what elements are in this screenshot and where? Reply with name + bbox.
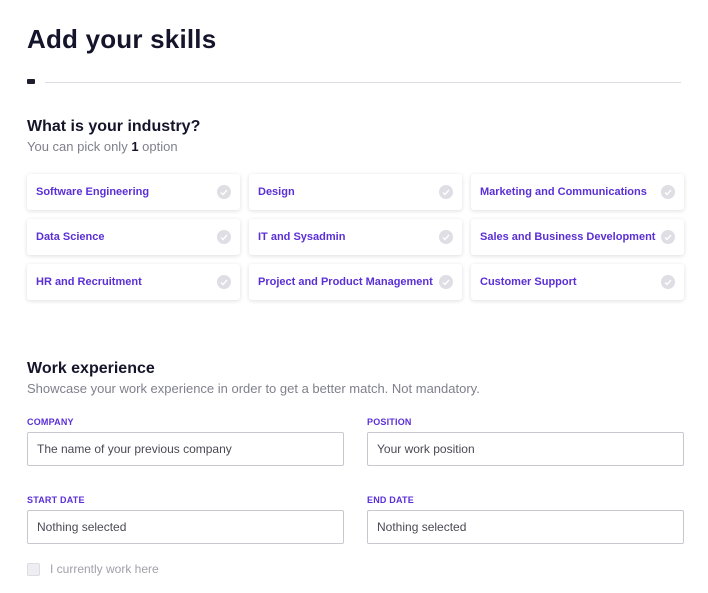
industry-option-data-science[interactable]: Data Science [27, 219, 240, 255]
company-input[interactable] [37, 442, 343, 456]
check-circle-icon [217, 185, 231, 199]
position-label: POSITION [367, 417, 412, 427]
check-circle-icon [439, 185, 453, 199]
industry-subtitle-suffix: option [138, 139, 178, 154]
industry-subtitle-count: 1 [131, 139, 139, 154]
check-circle-icon [217, 275, 231, 289]
end-date-select[interactable]: Nothing selected [367, 510, 684, 544]
check-circle-icon [439, 275, 453, 289]
industry-options-grid: Software Engineering Design Marketing an… [27, 174, 684, 300]
check-circle-icon [217, 230, 231, 244]
position-input[interactable] [377, 442, 683, 456]
current-job-label: I currently work here [50, 562, 159, 576]
industry-option-design[interactable]: Design [249, 174, 462, 210]
industry-option-label: Data Science [36, 231, 105, 243]
current-job-checkbox[interactable] [27, 562, 40, 576]
industry-option-label: Design [258, 186, 295, 198]
industry-option-software-engineering[interactable]: Software Engineering [27, 174, 240, 210]
end-date-value: Nothing selected [377, 520, 467, 534]
work-experience-title: Work experience [27, 360, 155, 377]
industry-option-label: Customer Support [480, 276, 577, 288]
page-title: Add your skills [27, 24, 217, 54]
start-date-select[interactable]: Nothing selected [27, 510, 344, 544]
check-circle-icon [661, 230, 675, 244]
industry-option-label: IT and Sysadmin [258, 231, 346, 243]
check-circle-icon [661, 275, 675, 289]
industry-option-customer-support[interactable]: Customer Support [471, 264, 684, 300]
industry-section-subtitle: You can pick only 1 option [27, 139, 178, 154]
check-circle-icon [661, 185, 675, 199]
end-date-label: END DATE [367, 495, 414, 505]
industry-option-label: Marketing and Communications [480, 186, 647, 198]
industry-option-marketing-communications[interactable]: Marketing and Communications [471, 174, 684, 210]
progress-step-marker [27, 79, 35, 84]
progress-indicator [27, 76, 708, 88]
industry-option-project-product-management[interactable]: Project and Product Management [249, 264, 462, 300]
industry-option-label: Sales and Business Development [480, 231, 656, 243]
industry-subtitle-prefix: You can pick only [27, 139, 132, 154]
company-field[interactable] [27, 432, 344, 466]
current-job-row: I currently work here [27, 562, 159, 576]
industry-option-label: Software Engineering [36, 186, 150, 198]
position-field[interactable] [367, 432, 684, 466]
industry-option-label: Project and Product Management [258, 276, 433, 288]
work-experience-subtitle: Showcase your work experience in order t… [27, 381, 480, 396]
check-circle-icon [439, 230, 453, 244]
industry-option-hr-recruitment[interactable]: HR and Recruitment [27, 264, 240, 300]
start-date-label: START DATE [27, 495, 85, 505]
industry-option-it-sysadmin[interactable]: IT and Sysadmin [249, 219, 462, 255]
start-date-value: Nothing selected [37, 520, 127, 534]
industry-section-title: What is your industry? [27, 118, 201, 135]
industry-option-label: HR and Recruitment [36, 276, 142, 288]
progress-track [45, 82, 681, 83]
industry-option-sales-business-development[interactable]: Sales and Business Development [471, 219, 684, 255]
company-label: COMPANY [27, 417, 74, 427]
